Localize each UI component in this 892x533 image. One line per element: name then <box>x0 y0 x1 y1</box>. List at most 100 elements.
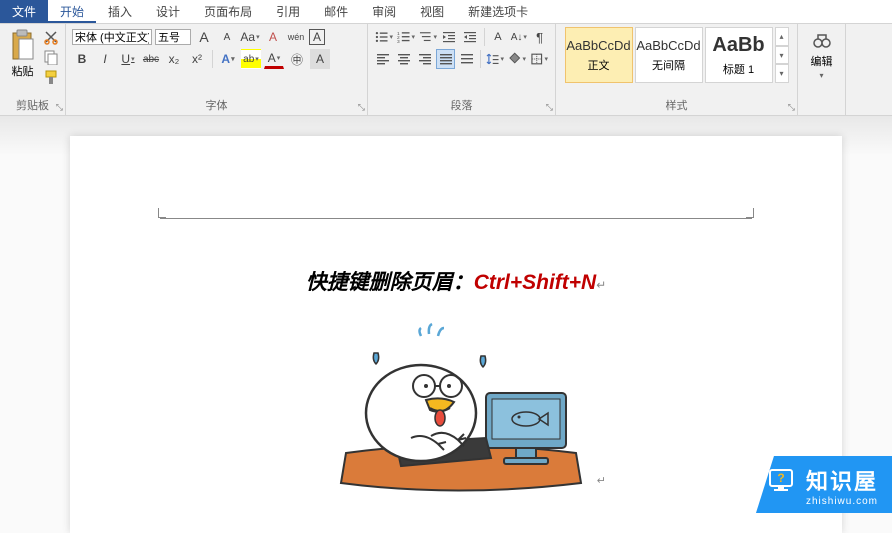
font-color-button[interactable]: A <box>264 49 284 69</box>
tab-new[interactable]: 新建选项卡 <box>456 0 540 23</box>
header-margin-left-icon <box>158 208 166 218</box>
watermark-url: zhishiwu.com <box>806 496 878 507</box>
character-border-button[interactable]: A <box>309 29 325 45</box>
highlight-button[interactable]: ab <box>241 49 261 69</box>
superscript-button[interactable]: x² <box>187 49 207 69</box>
align-center-button[interactable] <box>395 49 414 69</box>
chevron-down-icon: ▾ <box>819 71 823 80</box>
text-red: Ctrl+Shift+N <box>474 271 597 294</box>
font-size-select[interactable] <box>155 29 191 45</box>
bullets-button[interactable] <box>374 27 394 47</box>
shrink-font-button[interactable]: A <box>217 27 237 47</box>
text-effects-button[interactable]: A <box>218 49 238 69</box>
group-clipboard: 粘贴 剪贴板 ⤡ <box>0 24 66 115</box>
style-name: 无间隔 <box>652 57 685 73</box>
tab-review[interactable]: 审阅 <box>360 0 408 23</box>
text-black: 快捷键删除页眉： <box>306 271 474 294</box>
style-name: 标题 1 <box>723 61 754 77</box>
line-spacing-button[interactable] <box>485 49 505 69</box>
distribute-button[interactable] <box>457 49 476 69</box>
find-button[interactable]: 编辑 ▾ <box>805 27 839 84</box>
paste-icon <box>9 29 37 61</box>
document-area: ↖ 快捷键删除页眉：Ctrl+Shift+N↵ <box>0 116 892 533</box>
separator <box>212 50 213 68</box>
copy-icon[interactable] <box>43 49 59 65</box>
tab-insert[interactable]: 插入 <box>96 0 144 23</box>
paste-label: 粘贴 <box>12 63 34 79</box>
increase-indent-button[interactable] <box>461 27 480 47</box>
tab-references[interactable]: 引用 <box>264 0 312 23</box>
enclose-characters-button[interactable]: ㊥ <box>287 49 307 69</box>
style-name: 正文 <box>588 57 610 73</box>
document-body-text[interactable]: 快捷键删除页眉：Ctrl+Shift+N↵ <box>110 266 802 296</box>
group-font: A A Aa A wén A B I U abc x₂ x² A ab A ㊥ … <box>66 24 368 115</box>
format-painter-icon[interactable] <box>43 69 59 85</box>
tab-view[interactable]: 视图 <box>408 0 456 23</box>
font-launcher-icon[interactable]: ⤡ <box>358 102 365 113</box>
style-normal[interactable]: AaBbCcDd 正文 <box>565 27 633 83</box>
tab-home[interactable]: 开始 <box>48 0 96 23</box>
bold-button[interactable]: B <box>72 49 92 69</box>
style-heading-1[interactable]: AaBb 标题 1 <box>705 27 773 83</box>
style-preview: AaBbCcDd <box>636 38 700 53</box>
tab-mailings[interactable]: 邮件 <box>312 0 360 23</box>
show-marks-button[interactable]: ¶ <box>530 27 549 47</box>
sort-button[interactable]: A↓ <box>509 27 528 47</box>
separator <box>484 28 485 46</box>
align-right-button[interactable] <box>416 49 435 69</box>
tab-layout[interactable]: 页面布局 <box>192 0 264 23</box>
change-case-button[interactable]: Aa <box>240 27 260 47</box>
strikethrough-button[interactable]: abc <box>141 49 161 69</box>
italic-button[interactable]: I <box>95 49 115 69</box>
style-preview: AaBb <box>712 34 764 57</box>
binoculars-icon <box>812 31 832 51</box>
subscript-button[interactable]: x₂ <box>164 49 184 69</box>
ribbon-tabs: 文件 开始 插入 设计 页面布局 引用 邮件 审阅 视图 新建选项卡 <box>0 0 892 24</box>
style-no-spacing[interactable]: AaBbCcDd 无间隔 <box>635 27 703 83</box>
watermark-logo-icon: ? <box>768 464 798 494</box>
header-underline <box>160 218 752 219</box>
styles-scroll-down-icon[interactable]: ▾ <box>775 46 789 65</box>
grow-font-button[interactable]: A <box>194 27 214 47</box>
ribbon: 粘贴 剪贴板 ⤡ A A Aa A wén A B <box>0 24 892 116</box>
align-text-x-button[interactable]: A <box>489 27 508 47</box>
svg-text:3: 3 <box>397 39 400 44</box>
paragraph-group-label: 段落 <box>451 95 473 113</box>
font-group-label: 字体 <box>206 95 228 113</box>
styles-scroll-up-icon[interactable]: ▴ <box>775 27 789 46</box>
styles-launcher-icon[interactable]: ⤡ <box>788 102 795 113</box>
styles-expand-icon[interactable]: ▾ <box>775 64 789 83</box>
group-paragraph: 123 A A↓ ¶ 段落 ⤡ <box>368 24 556 115</box>
decrease-indent-button[interactable] <box>440 27 459 47</box>
borders-button[interactable] <box>529 49 549 69</box>
paragraph-launcher-icon[interactable]: ⤡ <box>546 102 553 113</box>
separator <box>480 50 481 68</box>
watermark-title: 知识屋 <box>806 464 878 496</box>
tab-file[interactable]: 文件 <box>0 0 48 23</box>
justify-button[interactable] <box>436 49 455 69</box>
style-preview: AaBbCcDd <box>566 38 630 53</box>
underline-button[interactable]: U <box>118 49 138 69</box>
clear-formatting-button[interactable]: A <box>263 27 283 47</box>
font-name-select[interactable] <box>72 29 152 45</box>
paragraph-mark-icon: ↵ <box>596 278 606 292</box>
svg-text:?: ? <box>777 471 784 485</box>
editing-label: 编辑 <box>811 53 833 69</box>
header-margin-right-icon <box>746 208 754 218</box>
align-left-button[interactable] <box>374 49 393 69</box>
page[interactable]: 快捷键删除页眉：Ctrl+Shift+N↵ <box>70 136 842 533</box>
numbering-button[interactable]: 123 <box>396 27 416 47</box>
styles-group-label: 样式 <box>666 95 688 113</box>
shading-button[interactable] <box>507 49 527 69</box>
cut-icon[interactable] <box>43 29 59 45</box>
phonetic-guide-button[interactable]: wén <box>286 27 306 47</box>
character-shading-button[interactable]: A <box>310 49 330 69</box>
clipboard-launcher-icon[interactable]: ⤡ <box>56 102 63 113</box>
clipboard-group-label: 剪贴板 <box>16 95 49 113</box>
tab-design[interactable]: 设计 <box>144 0 192 23</box>
group-styles: AaBbCcDd 正文 AaBbCcDd 无间隔 AaBb 标题 1 ▴ ▾ ▾… <box>556 24 798 115</box>
paste-button[interactable]: 粘贴 <box>7 27 39 81</box>
document-image[interactable]: ↵ <box>326 308 586 493</box>
multilevel-list-button[interactable] <box>418 27 438 47</box>
watermark-badge: ? 知识屋 zhishiwu.com <box>756 456 892 513</box>
